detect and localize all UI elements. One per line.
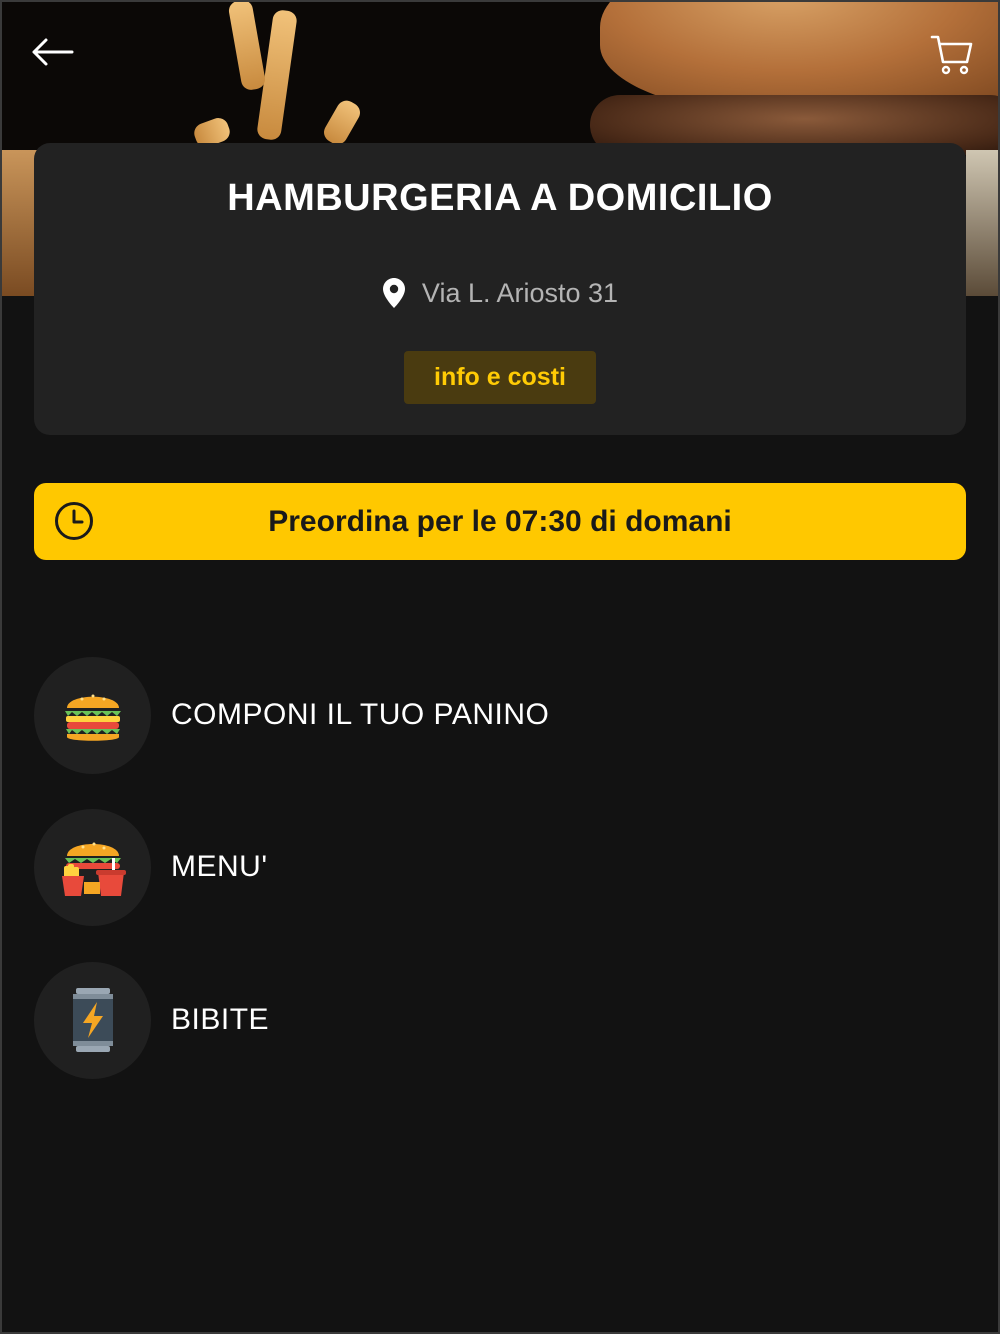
category-label: MENU' <box>171 850 268 883</box>
fry-image <box>227 0 267 92</box>
cart-icon <box>930 35 973 75</box>
category-icon-circle <box>34 961 151 1079</box>
restaurant-name: HAMBURGERIA A DOMICILIO <box>227 177 773 219</box>
category-drinks[interactable]: BIBITE <box>34 961 734 1079</box>
preorder-time: 07:30 <box>505 504 582 538</box>
category-label: COMPONI IL TUO PANINO <box>171 698 550 731</box>
category-menu[interactable]: MENU' <box>34 808 734 926</box>
category-label: BIBITE <box>171 1003 270 1036</box>
category-icon-circle <box>34 808 151 926</box>
cart-button[interactable] <box>922 24 982 84</box>
fry-image <box>320 97 364 148</box>
map-pin-icon <box>382 278 405 308</box>
energy-drink-can-icon <box>72 988 113 1052</box>
address-text: Via L. Ariosto 31 <box>421 277 619 308</box>
arrow-left-icon <box>32 38 74 66</box>
preorder-banner[interactable]: Preordina per le 07:30 di domani <box>34 483 966 560</box>
category-icon-circle <box>34 656 151 774</box>
burger-side-image <box>966 150 1000 296</box>
category-compose-sandwich[interactable]: COMPONI IL TUO PANINO <box>34 656 734 774</box>
burger-icon <box>64 694 121 741</box>
preorder-text: Preordina per le 07:30 di domani <box>34 505 966 539</box>
address-row: Via L. Ariosto 31 <box>34 277 966 309</box>
combo-meal-icon <box>61 842 126 896</box>
back-button[interactable] <box>22 22 82 82</box>
preorder-prefix: Preordina per le <box>268 504 505 538</box>
info-costs-button[interactable]: info e costi <box>404 351 596 404</box>
clock-icon <box>55 502 93 540</box>
preorder-suffix: di domani <box>581 504 732 538</box>
restaurant-info-card: HAMBURGERIA A DOMICILIO Via L. Ariosto 3… <box>34 143 966 435</box>
